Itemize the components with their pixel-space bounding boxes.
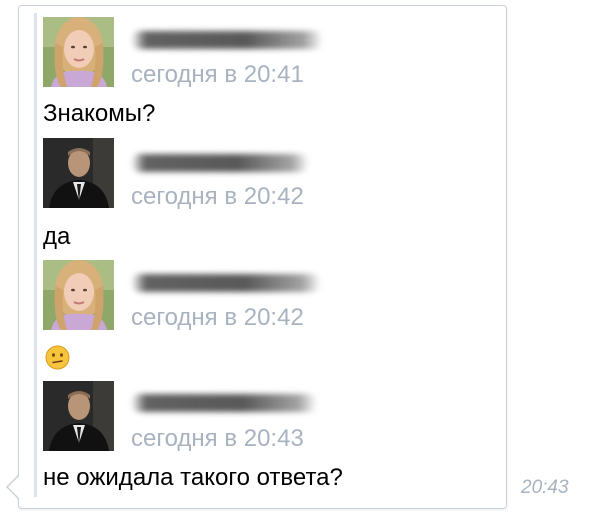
- blurred-sender-name: [131, 31, 323, 49]
- avatar[interactable]: [43, 17, 114, 87]
- confused-face-icon: [45, 345, 70, 370]
- bubble-tail-inner: [8, 475, 20, 499]
- male-avatar-image: [43, 381, 114, 451]
- female-avatar-image: [43, 260, 114, 330]
- blurred-sender-name: [131, 274, 321, 292]
- message-time: сегодня в 20:42: [131, 183, 304, 210]
- blurred-sender-name: [131, 394, 317, 412]
- message-text: Знакомы?: [43, 100, 156, 127]
- forwarded-quote-bar: [34, 13, 37, 497]
- avatar[interactable]: [43, 138, 114, 208]
- female-avatar-image: [43, 17, 114, 87]
- avatar[interactable]: [43, 381, 114, 451]
- avatar[interactable]: [43, 260, 114, 330]
- sent-time: 20:43: [521, 477, 569, 498]
- message-time: сегодня в 20:42: [131, 304, 304, 331]
- message-text: да: [43, 223, 71, 250]
- message-time: сегодня в 20:41: [131, 61, 304, 88]
- male-avatar-image: [43, 138, 114, 208]
- blurred-sender-name: [131, 154, 309, 172]
- message-text: не ожидала такого ответа?: [43, 464, 343, 491]
- message-time: сегодня в 20:43: [131, 425, 304, 452]
